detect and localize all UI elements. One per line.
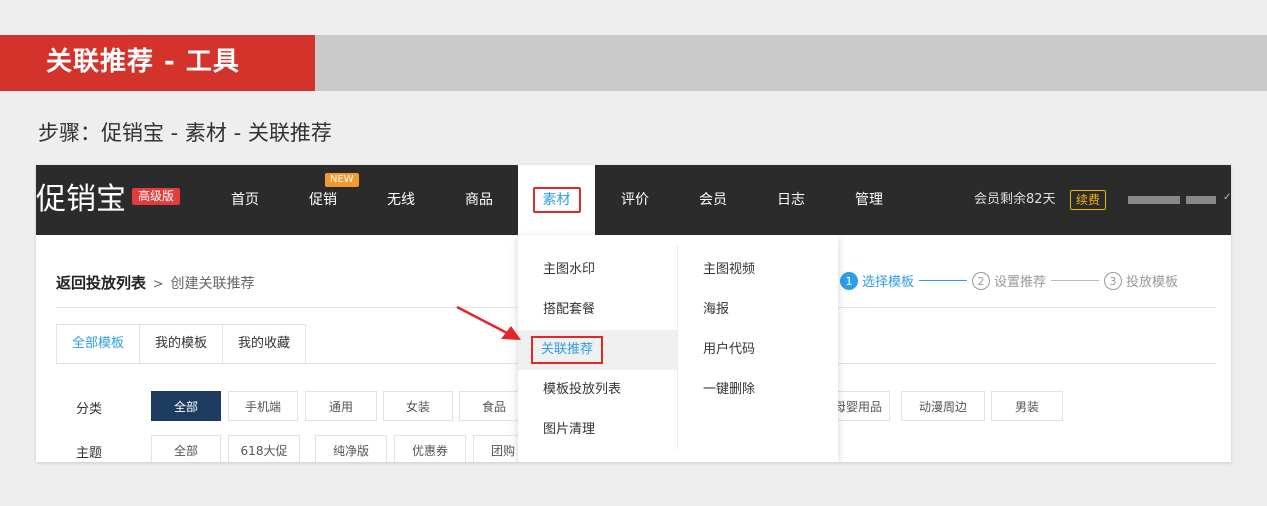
category-chip-general[interactable]: 通用 <box>305 391 377 421</box>
title-banner: 关联推荐 - 工具 <box>0 35 1267 91</box>
breadcrumb-current: 创建关联推荐 <box>170 276 255 292</box>
title-banner-red: 关联推荐 - 工具 <box>0 35 315 91</box>
breadcrumb-separator: > <box>152 277 164 292</box>
category-chip-womens[interactable]: 女装 <box>383 391 453 421</box>
banner-title: 关联推荐 - 工具 <box>46 47 240 77</box>
nav-products[interactable]: 商品 <box>450 165 508 235</box>
back-to-list-link[interactable]: 返回投放列表 <box>56 274 146 292</box>
nav-materials[interactable]: 素材 <box>518 165 595 235</box>
theme-chip-clean[interactable]: 纯净版 <box>315 435 387 462</box>
top-nav: 促销宝 高级版 首页 促销 NEW 无线 商品 素材 评价 会员 日志 管理 会… <box>36 165 1231 235</box>
template-tabs: 全部模板 我的模板 我的收藏 <box>56 324 307 364</box>
step-1-number: 1 <box>840 271 858 290</box>
dropdown-divider <box>677 245 678 450</box>
step-2-number: 2 <box>972 271 991 290</box>
nav-mobile[interactable]: 无线 <box>372 165 430 235</box>
menu-item-template-list[interactable]: 模板投放列表 <box>543 370 621 410</box>
step-3-number: 3 <box>1104 271 1123 290</box>
new-badge: NEW <box>325 173 359 187</box>
category-chip-all[interactable]: 全部 <box>151 391 221 421</box>
step-1-label: 选择模板 <box>862 275 915 290</box>
menu-item-main-watermark[interactable]: 主图水印 <box>543 250 595 290</box>
theme-chip-all[interactable]: 全部 <box>151 435 221 462</box>
menu-item-bundle[interactable]: 搭配套餐 <box>543 290 595 330</box>
menu-item-user-code[interactable]: 用户代码 <box>703 330 755 370</box>
menu-item-one-click-delete[interactable]: 一键删除 <box>703 370 755 410</box>
edition-badge: 高级版 <box>132 188 181 205</box>
step-connector <box>919 280 968 281</box>
blurred-username <box>1128 196 1180 204</box>
category-chip-mens[interactable]: 男装 <box>991 391 1063 421</box>
materials-dropdown: 主图水印 搭配套餐 关联推荐 模板投放列表 图片清理 主图视频 海报 用户代码 … <box>518 235 838 462</box>
red-arrow-icon <box>456 305 521 340</box>
category-label: 分类 <box>76 402 103 417</box>
breadcrumb: 返回投放列表 > 创建关联推荐 <box>56 272 254 293</box>
nav-manage[interactable]: 管理 <box>840 165 898 235</box>
theme-label: 主题 <box>76 446 103 461</box>
menu-item-image-cleanup[interactable]: 图片清理 <box>543 410 595 450</box>
nav-members[interactable]: 会员 <box>684 165 742 235</box>
step-3-label: 投放模板 <box>1126 275 1179 290</box>
nav-home[interactable]: 首页 <box>216 165 274 235</box>
chevron-down-icon[interactable]: ✓ <box>1223 192 1231 203</box>
tab-my-favorites[interactable]: 我的收藏 <box>222 324 307 364</box>
blurred-username-2 <box>1186 196 1216 204</box>
nav-materials-label: 素材 <box>532 187 581 213</box>
menu-item-main-video[interactable]: 主图视频 <box>703 250 755 290</box>
menu-item-poster[interactable]: 海报 <box>703 290 729 330</box>
renew-button[interactable]: 续费 <box>1070 190 1107 210</box>
menu-item-related-recommend-label: 关联推荐 <box>531 336 604 364</box>
step-2-label: 设置推荐 <box>994 275 1047 290</box>
member-remaining: 会员剩余82天 <box>974 192 1056 207</box>
category-chip-anime[interactable]: 动漫周边 <box>901 391 985 421</box>
category-chip-mobile[interactable]: 手机端 <box>228 391 298 421</box>
theme-chip-618[interactable]: 618大促 <box>228 435 300 462</box>
menu-item-related-recommend[interactable]: 关联推荐 <box>531 330 604 370</box>
nav-reviews[interactable]: 评价 <box>606 165 664 235</box>
tab-my-templates[interactable]: 我的模板 <box>139 324 224 364</box>
steps-caption: 步骤：促销宝 - 素材 - 关联推荐 <box>38 121 332 145</box>
logo[interactable]: 促销宝 <box>36 181 126 219</box>
theme-chip-coupon[interactable]: 优惠券 <box>394 435 466 462</box>
app-screenshot: 促销宝 高级版 首页 促销 NEW 无线 商品 素材 评价 会员 日志 管理 会… <box>36 165 1231 462</box>
step-connector <box>1051 280 1100 281</box>
tab-all-templates[interactable]: 全部模板 <box>56 324 141 364</box>
step-wizard: 1 选择模板 2 设置推荐 3 投放模板 <box>840 271 1178 290</box>
nav-logs[interactable]: 日志 <box>762 165 820 235</box>
